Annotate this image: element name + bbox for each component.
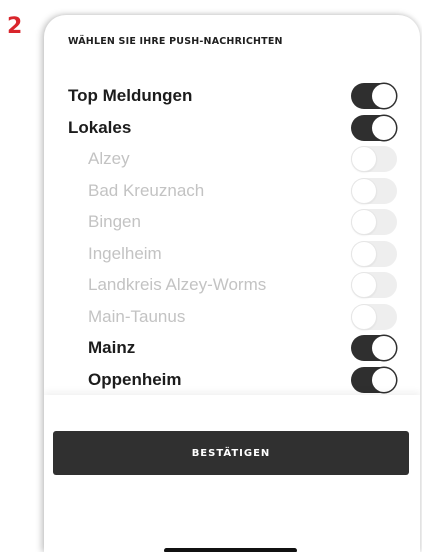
home-indicator <box>164 548 297 552</box>
toggle-switch-ingelheim[interactable] <box>351 240 397 267</box>
toggle-row-top-meldungen: Top Meldungen <box>44 81 420 113</box>
switch-knob <box>352 178 376 203</box>
toggle-row-mainz: Mainz <box>44 333 420 365</box>
switch-knob <box>352 210 376 234</box>
switch-knob <box>352 241 376 266</box>
toggle-label: Lokales <box>68 117 132 137</box>
toggle-switch-top-meldungen[interactable] <box>351 83 397 109</box>
toggle-label: Top Meldungen <box>68 86 193 105</box>
toggle-label: Bad Kreuznach <box>88 180 205 200</box>
toggle-row-landkreis-alzey-worms: Landkreis Alzey-Worms <box>44 270 420 302</box>
switch-knob <box>352 304 376 329</box>
toggle-label: Main-Taunus <box>88 306 186 326</box>
toggle-row-oppenheim: Oppenheim <box>44 365 420 397</box>
toggle-switch-oppenheim[interactable] <box>351 366 397 393</box>
toggle-switch-landkreis-alzey-worms[interactable] <box>351 272 397 298</box>
switch-knob <box>372 115 396 140</box>
toggle-switch-mainz[interactable] <box>351 335 397 361</box>
switch-knob <box>372 84 396 108</box>
toggle-label: Alzey <box>88 149 130 168</box>
phone-screen: WÄHLEN SIE IHRE PUSH-NACHRICHTEN Top Mel… <box>44 15 420 552</box>
toggle-label: Landkreis Alzey-Worms <box>88 275 267 294</box>
toggle-row-bad-kreuznach: Bad Kreuznach <box>44 176 420 208</box>
toggle-row-bingen: Bingen <box>44 207 420 239</box>
toggle-row-main-taunus: Main-Taunus <box>44 302 420 334</box>
toggle-switch-main-taunus[interactable] <box>351 303 397 330</box>
toggle-label: Oppenheim <box>88 369 182 389</box>
switch-knob <box>352 273 376 297</box>
toggle-row-alzey: Alzey <box>44 144 420 176</box>
bottom-action-area: BESTÄTIGEN <box>44 395 420 552</box>
toggle-switch-lokales[interactable] <box>351 114 397 141</box>
toggle-label: Mainz <box>88 338 136 357</box>
switch-knob <box>352 147 376 171</box>
toggle-label: Bingen <box>88 212 141 231</box>
step-number: 2 <box>7 14 23 39</box>
push-topic-list: Top Meldungen Lokales Alzey Bad Kreuznac… <box>44 81 420 396</box>
toggle-switch-bingen[interactable] <box>351 209 397 235</box>
screen-heading: WÄHLEN SIE IHRE PUSH-NACHRICHTEN <box>68 36 283 47</box>
toggle-label: Ingelheim <box>88 243 162 263</box>
switch-knob <box>372 367 396 392</box>
toggle-switch-bad-kreuznach[interactable] <box>351 177 397 204</box>
confirm-button[interactable]: BESTÄTIGEN <box>53 431 409 475</box>
toggle-row-ingelheim: Ingelheim <box>44 239 420 271</box>
toggle-row-lokales: Lokales <box>44 113 420 145</box>
toggle-switch-alzey[interactable] <box>351 146 397 172</box>
switch-knob <box>372 336 396 360</box>
